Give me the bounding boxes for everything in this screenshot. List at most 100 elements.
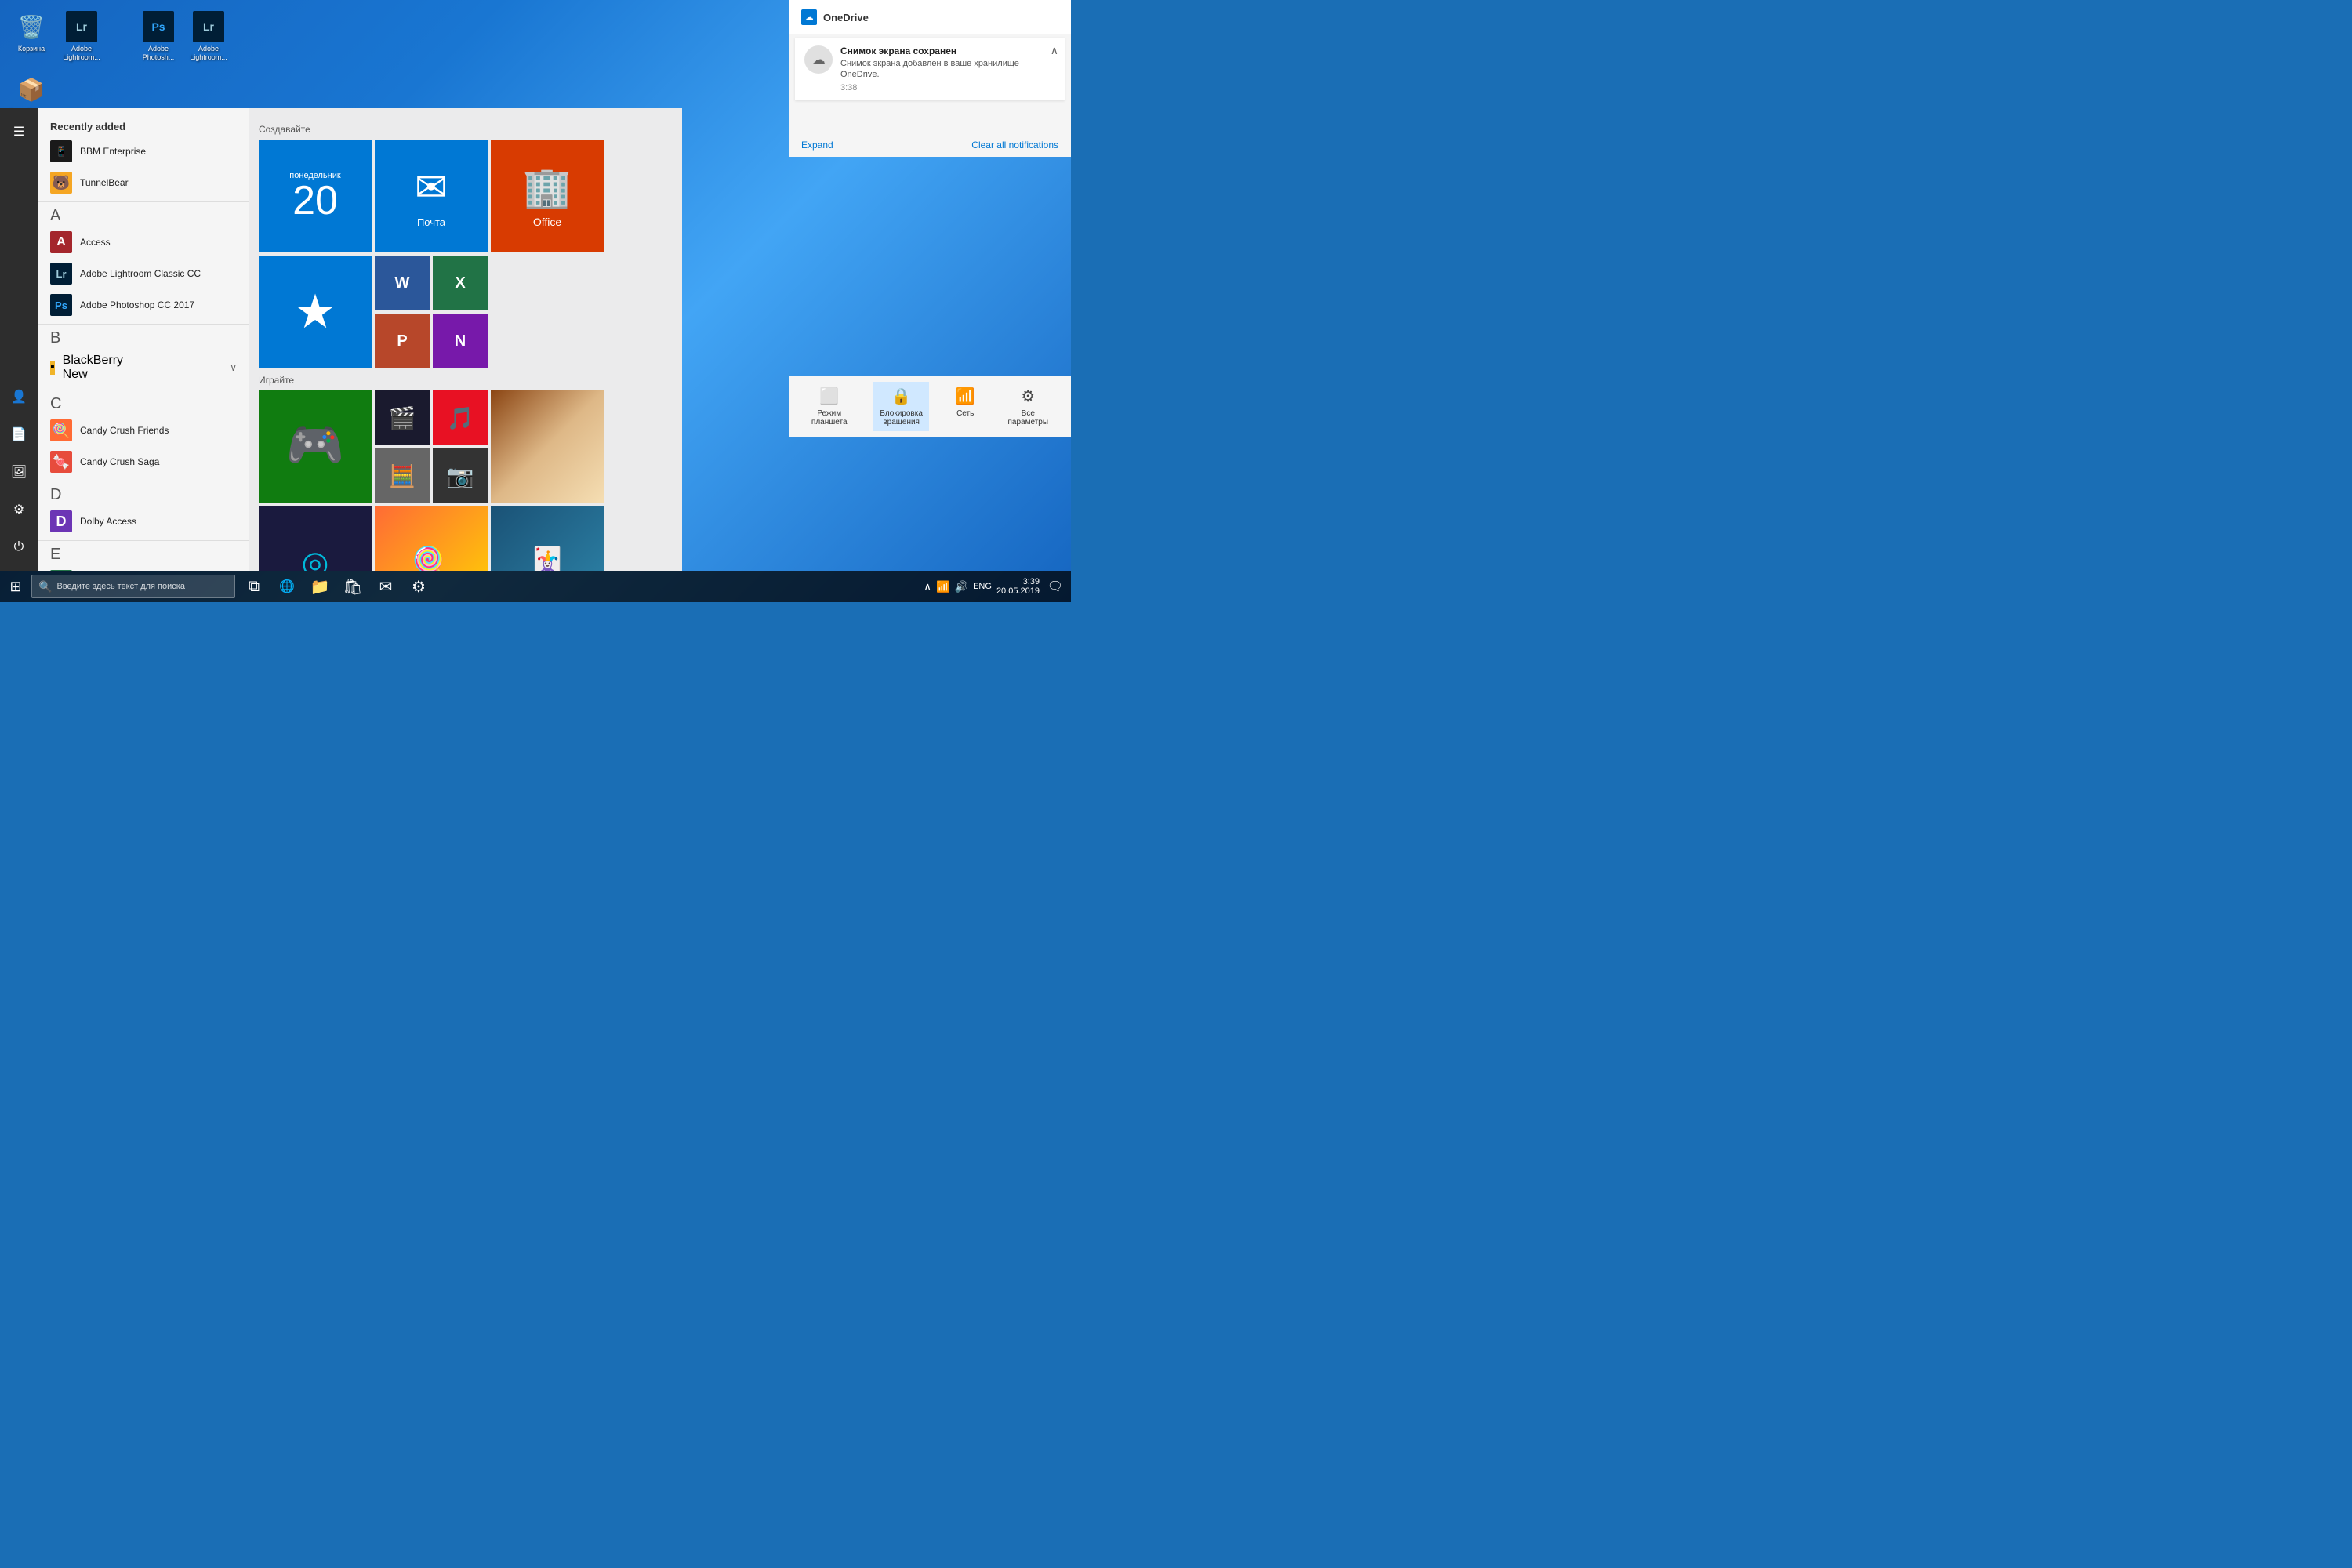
candy-saga-icon: 🍬 xyxy=(50,451,72,473)
dolby-list-icon: D xyxy=(50,510,72,532)
notification-card-title: Снимок экрана сохранен xyxy=(840,45,1055,56)
app-item-dolby[interactable]: D Dolby Access xyxy=(38,506,249,537)
app-item-lightroom[interactable]: Lr Adobe Lightroom Classic CC xyxy=(38,258,249,289)
notification-collapse-button[interactable]: ∧ xyxy=(1051,44,1058,57)
blackberry-expand-icon[interactable]: ∨ xyxy=(230,362,237,373)
app-item-bbm[interactable]: 📱 BBM Enterprise xyxy=(38,136,249,167)
lightroom2-label: Adobe Lightroom... xyxy=(188,45,229,62)
photos-nav-icon[interactable]: 🖼 xyxy=(2,455,36,489)
settings-nav-icon[interactable]: ⚙ xyxy=(2,492,36,527)
taskbar: ⊞ 🔍 Введите здесь текст для поиска ⧉ 🌐 📁… xyxy=(0,571,1071,602)
access-icon: A xyxy=(50,231,72,253)
tile-favorites[interactable]: ★ xyxy=(259,256,372,368)
tile-groove[interactable]: 🎵 xyxy=(433,390,488,445)
notification-card-body: Снимок экрана добавлен в ваше хранилище … xyxy=(840,58,1055,81)
desktop-icon-lightroom2[interactable]: Lr Adobe Lightroom... xyxy=(185,8,232,65)
taskbar-edge[interactable]: 🌐 xyxy=(271,571,303,602)
network-icon: 📶 xyxy=(956,387,975,406)
taskbar-search[interactable]: 🔍 Введите здесь текст для поиска xyxy=(31,575,235,598)
taskbar-time: 3:39 xyxy=(1023,577,1040,586)
tile-snap[interactable]: ◎ xyxy=(259,506,372,571)
taskbar-notification-button[interactable]: 🗨 xyxy=(1044,571,1066,602)
systray-network[interactable]: 📶 Сеть xyxy=(949,382,982,431)
start-button[interactable]: ⊞ xyxy=(0,571,31,602)
taskbar-file-explorer[interactable]: 📁 xyxy=(304,571,336,602)
taskbar-store[interactable]: 🛍 xyxy=(337,571,368,602)
alpha-divider-c: C xyxy=(38,390,249,415)
lightroom1-icon: Lr xyxy=(66,11,97,42)
app-item-candy-saga[interactable]: 🍬 Candy Crush Saga xyxy=(38,446,249,477)
app-item-access[interactable]: A Access xyxy=(38,227,249,258)
alpha-divider-d: D xyxy=(38,481,249,506)
tiles-grid-create: понедельник 20 ✉ Почта 🏢 Office xyxy=(259,140,673,368)
candy-friends-icon: 🍭 xyxy=(50,419,72,441)
clear-all-button[interactable]: Clear all notifications xyxy=(971,140,1058,151)
snap-icon: ◎ xyxy=(302,545,329,571)
tile-word[interactable]: W xyxy=(375,256,430,310)
taskbar-settings[interactable]: ⚙ xyxy=(403,571,434,602)
access-label: Access xyxy=(80,237,111,248)
tile-candy-friends[interactable]: 🍭 xyxy=(375,506,488,571)
tile-excel[interactable]: X xyxy=(433,256,488,310)
start-menu-left-strip: ☰ 👤 📄 🖼 ⚙ ⏻ xyxy=(0,108,38,571)
word-icon: W xyxy=(395,274,410,292)
office-label: Office xyxy=(533,216,561,228)
taskbar-clock[interactable]: 3:39 20.05.2019 xyxy=(996,577,1040,596)
tiles-grid-play: 🎮 🎬 🎵 🧮 xyxy=(259,390,673,571)
desktop-icon-lightroom1[interactable]: Lr Adobe Lightroom... xyxy=(58,8,105,65)
notification-card[interactable]: ☁ Снимок экрана сохранен Снимок экрана д… xyxy=(795,38,1065,100)
candy-friends-tile-icon: 🍭 xyxy=(412,545,451,572)
taskbar-language[interactable]: ENG xyxy=(973,582,992,591)
photoshop-label: Adobe Photoshop CC 2017 xyxy=(80,299,194,310)
taskbar-mail[interactable]: ✉ xyxy=(370,571,401,602)
app-item-excel[interactable]: X Excel xyxy=(38,565,249,571)
app-item-blackberry[interactable]: ▪ BlackBerry New ∨ xyxy=(38,349,249,387)
tile-office[interactable]: 🏢 Office xyxy=(491,140,604,252)
start-tiles: Создавайте понедельник 20 ✉ Почта 🏢 Offi… xyxy=(249,108,682,571)
excel-tile-icon: X xyxy=(455,274,465,292)
taskbar-volume-icon[interactable]: 🔊 xyxy=(955,580,968,593)
tile-movies[interactable]: 🎬 xyxy=(375,390,430,445)
systray-settings[interactable]: ⚙ Всепараметры xyxy=(1002,382,1055,431)
notification-panel: ☁ OneDrive ☁ Снимок экрана сохранен Сним… xyxy=(789,0,1071,157)
desktop-icon-photoshop[interactable]: Ps Adobe Photosh... xyxy=(135,8,182,65)
systray-tablet-mode[interactable]: ⬜ Режимпланшета xyxy=(805,382,854,431)
tile-solitaire[interactable]: 🃏 xyxy=(491,506,604,571)
mail-label: Почта xyxy=(417,216,445,228)
onedrive-icon: ☁ xyxy=(801,9,817,25)
blackberry-sublabel: New xyxy=(63,368,123,382)
tile-camera[interactable]: 📷 xyxy=(433,448,488,503)
notification-card-content: Снимок экрана сохранен Снимок экрана доб… xyxy=(840,45,1055,93)
lightroom2-icon: Lr xyxy=(193,11,224,42)
systray-rotation-lock[interactable]: 🔒 Блокировкавращения xyxy=(873,382,929,431)
tile-photos[interactable] xyxy=(491,390,604,503)
tile-xbox[interactable]: 🎮 xyxy=(259,390,372,503)
notification-card-icon: ☁ xyxy=(804,45,833,74)
taskbar-network-icon[interactable]: 📶 xyxy=(936,580,949,593)
app-item-candy-friends[interactable]: 🍭 Candy Crush Friends xyxy=(38,415,249,446)
recycle-bin-label: Корзина xyxy=(18,45,45,53)
taskbar-chevron-up-icon[interactable]: ∧ xyxy=(924,580,931,593)
camera-icon: 📷 xyxy=(447,463,474,489)
alpha-divider-b: B xyxy=(38,324,249,349)
tile-calculator[interactable]: 🧮 xyxy=(375,448,430,503)
expand-button[interactable]: Expand xyxy=(801,140,833,151)
rotation-lock-icon: 🔒 xyxy=(891,387,911,406)
tile-mail[interactable]: ✉ Почта xyxy=(375,140,488,252)
documents-icon[interactable]: 📄 xyxy=(2,417,36,452)
tile-powerpoint[interactable]: P xyxy=(375,314,430,368)
tile-calendar[interactable]: понедельник 20 xyxy=(259,140,372,252)
favorites-icon: ★ xyxy=(294,285,336,339)
alpha-divider-e: E xyxy=(38,540,249,565)
power-icon[interactable]: ⏻ xyxy=(2,530,36,564)
search-icon: 🔍 xyxy=(38,580,52,593)
hamburger-menu-icon[interactable]: ☰ xyxy=(2,114,36,149)
user-icon[interactable]: 👤 xyxy=(2,379,36,414)
desktop-icon-recycle-bin[interactable]: 🗑️ Корзина xyxy=(8,8,55,65)
section-label-create: Создавайте xyxy=(259,124,673,135)
app-item-tunnelbear[interactable]: 🐻 TunnelBear xyxy=(38,167,249,198)
app-item-photoshop[interactable]: Ps Adobe Photoshop CC 2017 xyxy=(38,289,249,321)
tile-onenote[interactable]: N xyxy=(433,314,488,368)
free-traktor-icon: 📦 xyxy=(16,74,47,105)
taskbar-task-view[interactable]: ⧉ xyxy=(238,571,270,602)
